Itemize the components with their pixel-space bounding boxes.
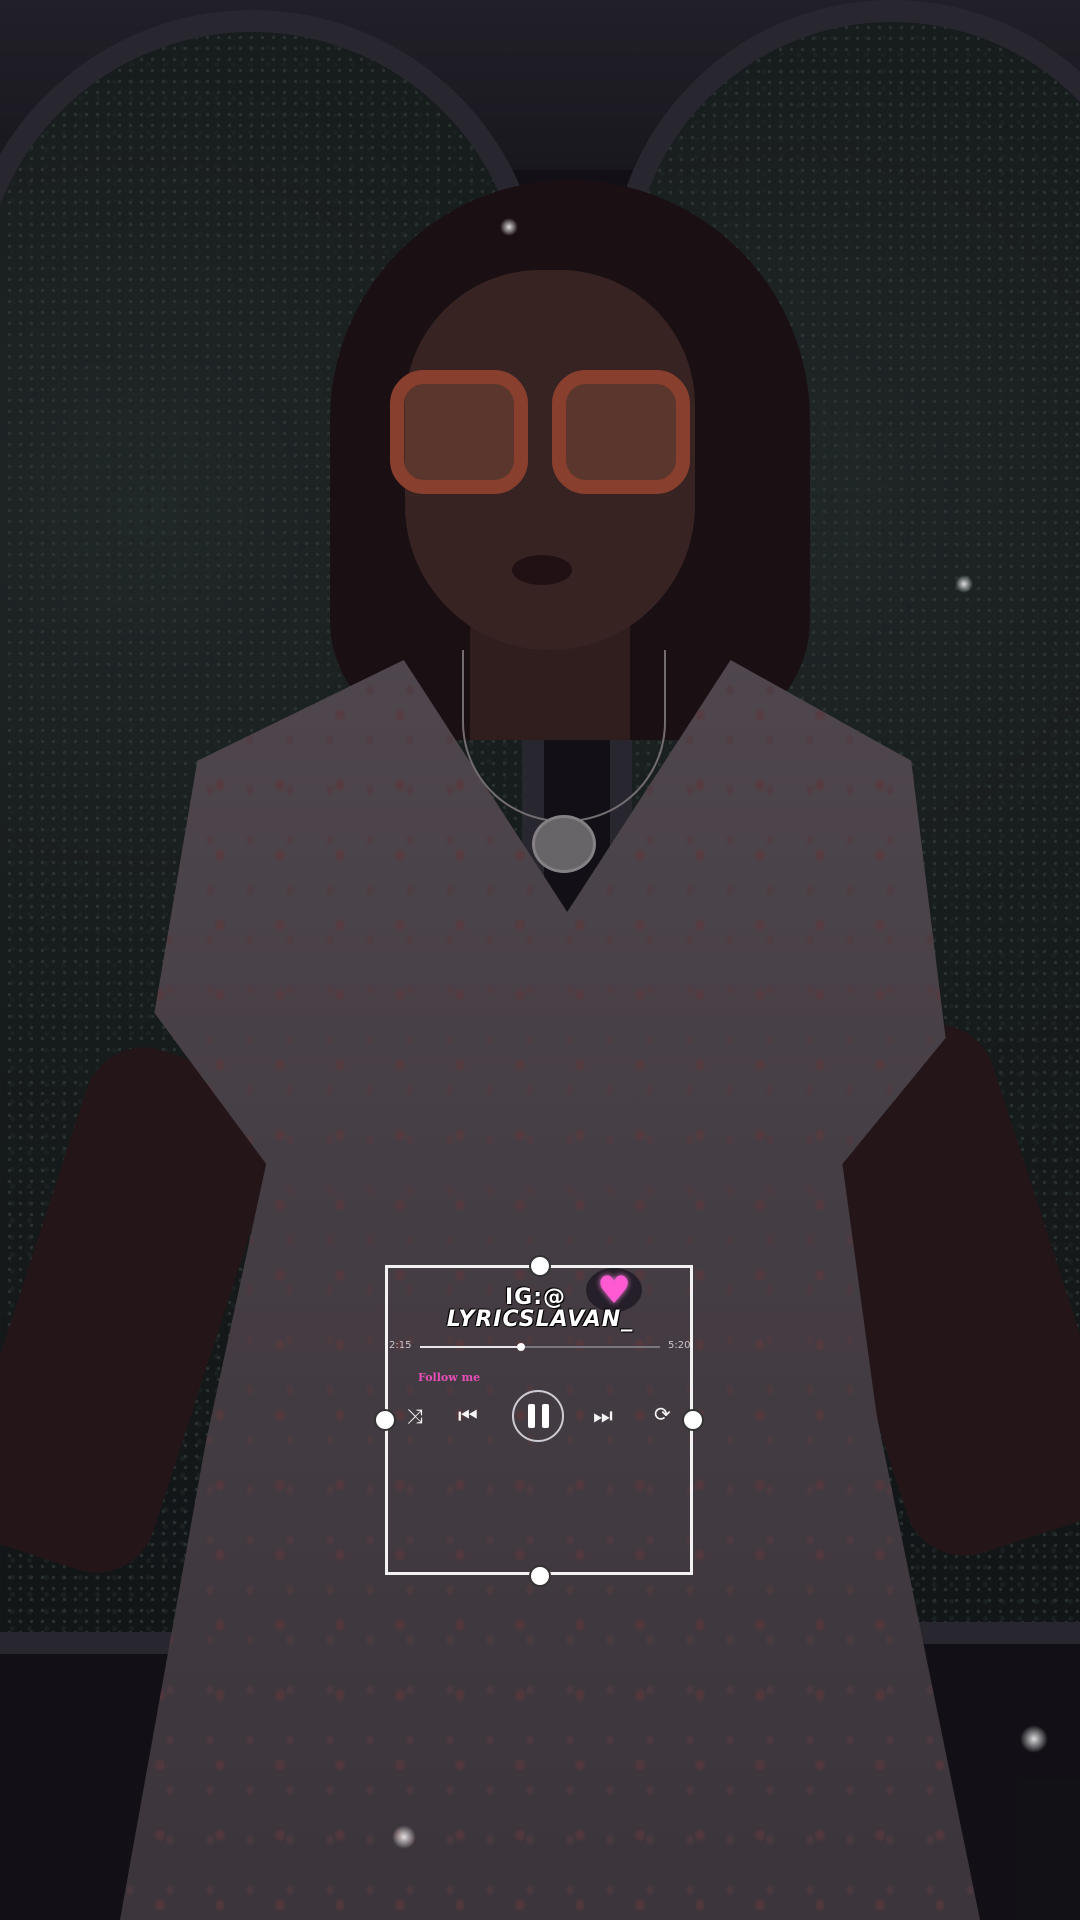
sparkle [500, 218, 518, 236]
username-label: LYRICSLAVAN_ [446, 1307, 634, 1332]
resize-handle-top[interactable] [529, 1255, 551, 1277]
resize-handle-right[interactable] [682, 1409, 704, 1431]
progress-thumb[interactable] [516, 1343, 525, 1351]
background-video-frame [0, 0, 1080, 1920]
sparkle [955, 575, 973, 593]
pause-button[interactable] [512, 1390, 564, 1442]
follow-me-text: Follow me [418, 1371, 481, 1384]
pause-icon [527, 1404, 549, 1428]
resize-handle-bottom[interactable] [529, 1565, 551, 1587]
repeat-icon[interactable]: ⟳ [654, 1404, 671, 1424]
total-time: 5:20 [668, 1340, 691, 1351]
sparkle [392, 1825, 416, 1849]
sparkle [1020, 1725, 1048, 1753]
heart-icon[interactable]: ♥ [586, 1268, 642, 1312]
shuffle-icon[interactable]: ⤨ [407, 1406, 423, 1426]
resize-handle-left[interactable] [374, 1409, 396, 1431]
dark-overlay [0, 0, 1080, 1920]
progress-fill [420, 1346, 521, 1348]
current-time: 2:15 [389, 1340, 412, 1351]
skip-previous-icon[interactable]: ⏮ [458, 1406, 478, 1428]
skip-next-icon[interactable]: ⏭ [593, 1406, 613, 1428]
progress-bar[interactable] [420, 1343, 660, 1351]
